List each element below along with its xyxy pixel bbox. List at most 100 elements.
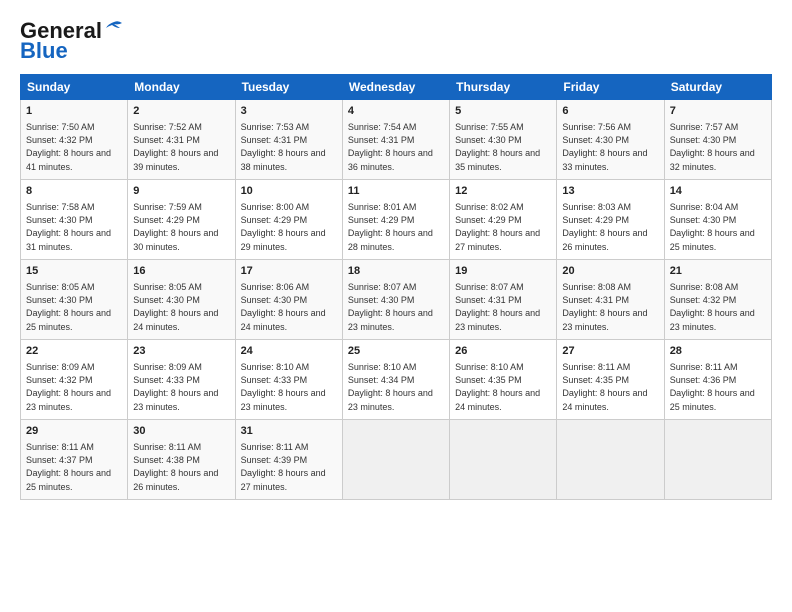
- day-info: Sunrise: 8:05 AMSunset: 4:30 PMDaylight:…: [133, 281, 229, 333]
- day-info: Sunrise: 7:52 AMSunset: 4:31 PMDaylight:…: [133, 121, 229, 173]
- day-info: Sunrise: 8:06 AMSunset: 4:30 PMDaylight:…: [241, 281, 337, 333]
- page: General Blue SundayMondayTuesdayWednesda…: [0, 0, 792, 510]
- day-info: Sunrise: 8:08 AMSunset: 4:31 PMDaylight:…: [562, 281, 658, 333]
- calendar-cell: 19 Sunrise: 8:07 AMSunset: 4:31 PMDayligh…: [450, 260, 557, 340]
- day-number: 13: [562, 184, 658, 199]
- calendar-cell: 18 Sunrise: 8:07 AMSunset: 4:30 PMDayligh…: [342, 260, 449, 340]
- calendar-cell: 20 Sunrise: 8:08 AMSunset: 4:31 PMDayligh…: [557, 260, 664, 340]
- day-info: Sunrise: 8:11 AMSunset: 4:37 PMDaylight:…: [26, 441, 122, 493]
- day-info: Sunrise: 7:53 AMSunset: 4:31 PMDaylight:…: [241, 121, 337, 173]
- day-info: Sunrise: 8:11 AMSunset: 4:36 PMDaylight:…: [670, 361, 766, 413]
- header: General Blue: [20, 18, 772, 64]
- header-cell-sunday: Sunday: [21, 75, 128, 100]
- header-cell-tuesday: Tuesday: [235, 75, 342, 100]
- calendar-cell: 26 Sunrise: 8:10 AMSunset: 4:35 PMDayligh…: [450, 340, 557, 420]
- calendar-cell: 8Sunrise: 7:58 AMSunset: 4:30 PMDaylight…: [21, 180, 128, 260]
- day-info: Sunrise: 8:10 AMSunset: 4:33 PMDaylight:…: [241, 361, 337, 413]
- logo-blue: Blue: [20, 38, 68, 64]
- day-number: 19: [455, 264, 551, 279]
- calendar-cell: 23 Sunrise: 8:09 AMSunset: 4:33 PMDayligh…: [128, 340, 235, 420]
- calendar-cell: 15 Sunrise: 8:05 AMSunset: 4:30 PMDayligh…: [21, 260, 128, 340]
- day-number: 15: [26, 264, 122, 279]
- day-number: 17: [241, 264, 337, 279]
- calendar-cell: 9Sunrise: 7:59 AMSunset: 4:29 PMDaylight…: [128, 180, 235, 260]
- calendar-week-2: 15 Sunrise: 8:05 AMSunset: 4:30 PMDayligh…: [21, 260, 772, 340]
- calendar-week-3: 22Sunrise: 8:09 AMSunset: 4:32 PMDayligh…: [21, 340, 772, 420]
- header-cell-friday: Friday: [557, 75, 664, 100]
- logo: General Blue: [20, 18, 124, 64]
- day-info: Sunrise: 8:09 AMSunset: 4:33 PMDaylight:…: [133, 361, 229, 413]
- day-info: Sunrise: 7:50 AMSunset: 4:32 PMDaylight:…: [26, 121, 122, 173]
- calendar-cell: 2 Sunrise: 7:52 AMSunset: 4:31 PMDaylight…: [128, 100, 235, 180]
- day-info: Sunrise: 8:03 AMSunset: 4:29 PMDaylight:…: [562, 201, 658, 253]
- day-info: Sunrise: 8:04 AMSunset: 4:30 PMDaylight:…: [670, 201, 766, 253]
- calendar-cell: 7 Sunrise: 7:57 AMSunset: 4:30 PMDaylight…: [664, 100, 771, 180]
- day-number: 2: [133, 104, 229, 119]
- day-number: 11: [348, 184, 444, 199]
- calendar-cell: 6 Sunrise: 7:56 AMSunset: 4:30 PMDaylight…: [557, 100, 664, 180]
- calendar-cell: 3 Sunrise: 7:53 AMSunset: 4:31 PMDaylight…: [235, 100, 342, 180]
- calendar-cell: 12 Sunrise: 8:02 AMSunset: 4:29 PMDayligh…: [450, 180, 557, 260]
- day-info: Sunrise: 7:54 AMSunset: 4:31 PMDaylight:…: [348, 121, 444, 173]
- calendar-cell: 30Sunrise: 8:11 AMSunset: 4:38 PMDayligh…: [128, 420, 235, 500]
- day-info: Sunrise: 8:01 AMSunset: 4:29 PMDaylight:…: [348, 201, 444, 253]
- day-info: Sunrise: 8:07 AMSunset: 4:30 PMDaylight:…: [348, 281, 444, 333]
- header-cell-saturday: Saturday: [664, 75, 771, 100]
- calendar-cell: 21 Sunrise: 8:08 AMSunset: 4:32 PMDayligh…: [664, 260, 771, 340]
- logo-bird-icon: [104, 20, 124, 38]
- header-row: SundayMondayTuesdayWednesdayThursdayFrid…: [21, 75, 772, 100]
- day-number: 30: [133, 424, 229, 439]
- day-info: Sunrise: 8:10 AMSunset: 4:34 PMDaylight:…: [348, 361, 444, 413]
- day-info: Sunrise: 8:00 AMSunset: 4:29 PMDaylight:…: [241, 201, 337, 253]
- calendar-cell: 22Sunrise: 8:09 AMSunset: 4:32 PMDayligh…: [21, 340, 128, 420]
- day-info: Sunrise: 7:57 AMSunset: 4:30 PMDaylight:…: [670, 121, 766, 173]
- day-info: Sunrise: 8:05 AMSunset: 4:30 PMDaylight:…: [26, 281, 122, 333]
- day-number: 18: [348, 264, 444, 279]
- day-number: 10: [241, 184, 337, 199]
- calendar-cell: 1 Sunrise: 7:50 AMSunset: 4:32 PMDaylight…: [21, 100, 128, 180]
- day-number: 14: [670, 184, 766, 199]
- day-info: Sunrise: 8:11 AMSunset: 4:39 PMDaylight:…: [241, 441, 337, 493]
- calendar-header: SundayMondayTuesdayWednesdayThursdayFrid…: [21, 75, 772, 100]
- day-number: 20: [562, 264, 658, 279]
- calendar-cell: 28 Sunrise: 8:11 AMSunset: 4:36 PMDayligh…: [664, 340, 771, 420]
- day-number: 29: [26, 424, 122, 439]
- day-number: 25: [348, 344, 444, 359]
- day-number: 6: [562, 104, 658, 119]
- calendar-body: 1 Sunrise: 7:50 AMSunset: 4:32 PMDaylight…: [21, 100, 772, 500]
- calendar-cell: [557, 420, 664, 500]
- calendar-cell: 27Sunrise: 8:11 AMSunset: 4:35 PMDayligh…: [557, 340, 664, 420]
- day-number: 28: [670, 344, 766, 359]
- day-info: Sunrise: 8:07 AMSunset: 4:31 PMDaylight:…: [455, 281, 551, 333]
- day-number: 23: [133, 344, 229, 359]
- day-number: 24: [241, 344, 337, 359]
- calendar-cell: [342, 420, 449, 500]
- calendar-cell: 16 Sunrise: 8:05 AMSunset: 4:30 PMDayligh…: [128, 260, 235, 340]
- day-info: Sunrise: 8:02 AMSunset: 4:29 PMDaylight:…: [455, 201, 551, 253]
- calendar-cell: 4Sunrise: 7:54 AMSunset: 4:31 PMDaylight…: [342, 100, 449, 180]
- calendar-cell: 31Sunrise: 8:11 AMSunset: 4:39 PMDayligh…: [235, 420, 342, 500]
- calendar: SundayMondayTuesdayWednesdayThursdayFrid…: [20, 74, 772, 500]
- calendar-cell: 14 Sunrise: 8:04 AMSunset: 4:30 PMDayligh…: [664, 180, 771, 260]
- day-number: 5: [455, 104, 551, 119]
- day-number: 7: [670, 104, 766, 119]
- day-number: 3: [241, 104, 337, 119]
- calendar-cell: 17 Sunrise: 8:06 AMSunset: 4:30 PMDayligh…: [235, 260, 342, 340]
- calendar-cell: 13 Sunrise: 8:03 AMSunset: 4:29 PMDayligh…: [557, 180, 664, 260]
- day-number: 1: [26, 104, 122, 119]
- header-cell-monday: Monday: [128, 75, 235, 100]
- calendar-cell: 24 Sunrise: 8:10 AMSunset: 4:33 PMDayligh…: [235, 340, 342, 420]
- header-cell-thursday: Thursday: [450, 75, 557, 100]
- day-number: 21: [670, 264, 766, 279]
- day-info: Sunrise: 8:08 AMSunset: 4:32 PMDaylight:…: [670, 281, 766, 333]
- day-number: 12: [455, 184, 551, 199]
- day-number: 26: [455, 344, 551, 359]
- calendar-cell: 10 Sunrise: 8:00 AMSunset: 4:29 PMDayligh…: [235, 180, 342, 260]
- calendar-week-0: 1 Sunrise: 7:50 AMSunset: 4:32 PMDaylight…: [21, 100, 772, 180]
- day-info: Sunrise: 7:56 AMSunset: 4:30 PMDaylight:…: [562, 121, 658, 173]
- day-number: 22: [26, 344, 122, 359]
- calendar-week-4: 29 Sunrise: 8:11 AMSunset: 4:37 PMDayligh…: [21, 420, 772, 500]
- day-number: 16: [133, 264, 229, 279]
- day-info: Sunrise: 7:59 AMSunset: 4:29 PMDaylight:…: [133, 201, 229, 253]
- day-info: Sunrise: 8:10 AMSunset: 4:35 PMDaylight:…: [455, 361, 551, 413]
